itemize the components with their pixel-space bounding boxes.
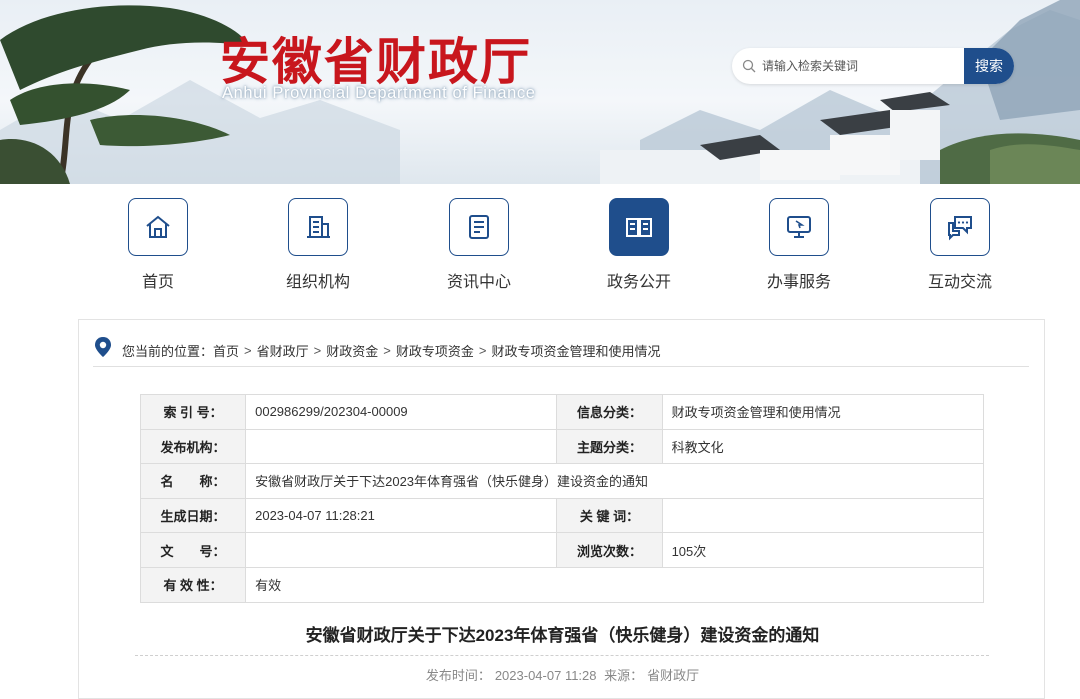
nav-item-services[interactable]: 办事服务 [749,198,849,292]
meta-key: 信息分类： [556,394,663,430]
meta-key: 名 称： [139,463,247,499]
table-row: 文 号： 浏览次数： 105次 [139,532,985,568]
nav-item-interaction[interactable]: 互动交流 [910,198,1010,292]
meta-key: 文 号： [139,532,247,568]
nav-label: 政务公开 [606,274,671,291]
document-metadata-table: 索 引 号： 002986299/202304-00009 信息分类： 财政专项… [139,394,985,603]
meta-key: 索 引 号： [139,394,247,430]
nav-label: 互动交流 [927,274,992,291]
meta-value: 财政专项资金管理和使用情况 [661,394,985,430]
nav-label: 组织机构 [285,274,350,291]
location-pin-icon [95,337,111,357]
nav-item-government-affairs[interactable]: 政务公开 [589,198,689,292]
meta-value [661,497,985,534]
meta-key: 发布机构： [139,428,247,465]
meta-value: 有效 [245,566,984,603]
breadcrumb-link[interactable]: 财政专项资金管理和使用情况 [491,341,660,360]
breadcrumb-link[interactable]: 财政资金 [326,341,378,360]
main-nav: 首页 组织机构 资讯中心 政务公开 办事服务 互动交流 [0,198,1080,298]
chat-icon [930,198,990,256]
published-label: 发布时间： [425,668,491,683]
content-panel: 您当前的位置： 首页 > 省财政厅 > 财政资金 > 财政专项资金 > 财政专项… [78,319,1045,699]
source-value: 省财政厅 [647,668,700,683]
nav-label: 办事服务 [766,274,831,291]
breadcrumb: 您当前的位置： 首页 > 省财政厅 > 财政资金 > 财政专项资金 > 财政专项… [93,334,1029,367]
article-meta: 发布时间： 2023-04-07 11:28 来源： 省财政厅 [79,665,1046,684]
meta-value: 安徽省财政厅关于下达2023年体育强省（快乐健身）建设资金的通知 [245,463,984,499]
search-input[interactable] [762,59,952,73]
meta-key: 生成日期： [139,497,247,534]
header-banner: 安徽省财政厅 Anhui Provincial Department of Fi… [0,0,1080,184]
site-subtitle: Anhui Provincial Department of Finance [222,84,536,102]
breadcrumb-prefix: 您当前的位置： [122,343,214,359]
breadcrumb-separator: > [383,342,391,358]
meta-value: 科教文化 [661,428,985,465]
nav-label: 首页 [141,274,174,291]
breadcrumb-link[interactable]: 首页 [213,341,239,360]
home-icon [128,198,188,256]
search-icon [742,59,756,73]
table-row: 有 效 性： 有效 [139,566,984,603]
table-row: 发布机构： 主题分类： 科教文化 [139,428,985,465]
meta-key: 浏览次数： [556,532,663,568]
table-row: 索 引 号： 002986299/202304-00009 信息分类： 财政专项… [139,394,985,430]
meta-key: 关 键 词： [556,497,663,534]
breadcrumb-separator: > [244,342,252,358]
divider [135,655,989,656]
open-book-icon [609,198,669,256]
nav-item-organization[interactable]: 组织机构 [268,198,368,292]
nav-label: 资讯中心 [446,274,511,291]
table-row: 生成日期： 2023-04-07 11:28:21 关 键 词： [139,497,985,534]
breadcrumb-link[interactable]: 财政专项资金 [396,341,474,360]
table-row: 名 称： 安徽省财政厅关于下达2023年体育强省（快乐健身）建设资金的通知 [139,463,984,499]
monitor-icon [769,198,829,256]
source-label: 来源： [604,668,644,683]
nav-item-news[interactable]: 资讯中心 [429,198,529,292]
meta-value: 105次 [661,532,985,568]
building-icon [288,198,348,256]
meta-value: 002986299/202304-00009 [245,394,558,430]
breadcrumb-separator: > [313,342,322,358]
nav-item-home[interactable]: 首页 [108,198,208,292]
meta-value: 2023-04-07 11:28:21 [245,497,558,534]
search-box: 搜索 [732,48,1014,84]
published-date: 2023-04-07 11:28 [494,668,597,683]
breadcrumb-link[interactable]: 省财政厅 [257,341,309,360]
meta-key: 有 效 性： [139,566,247,603]
meta-value [245,532,558,568]
news-icon [449,198,509,256]
landscape-illustration [0,0,1080,184]
breadcrumb-separator: > [478,342,487,358]
meta-key: 主题分类： [556,428,663,465]
article-title: 安徽省财政厅关于下达2023年体育强省（快乐健身）建设资金的通知 [305,626,820,645]
meta-value [245,428,558,465]
search-button[interactable]: 搜索 [964,48,1014,84]
